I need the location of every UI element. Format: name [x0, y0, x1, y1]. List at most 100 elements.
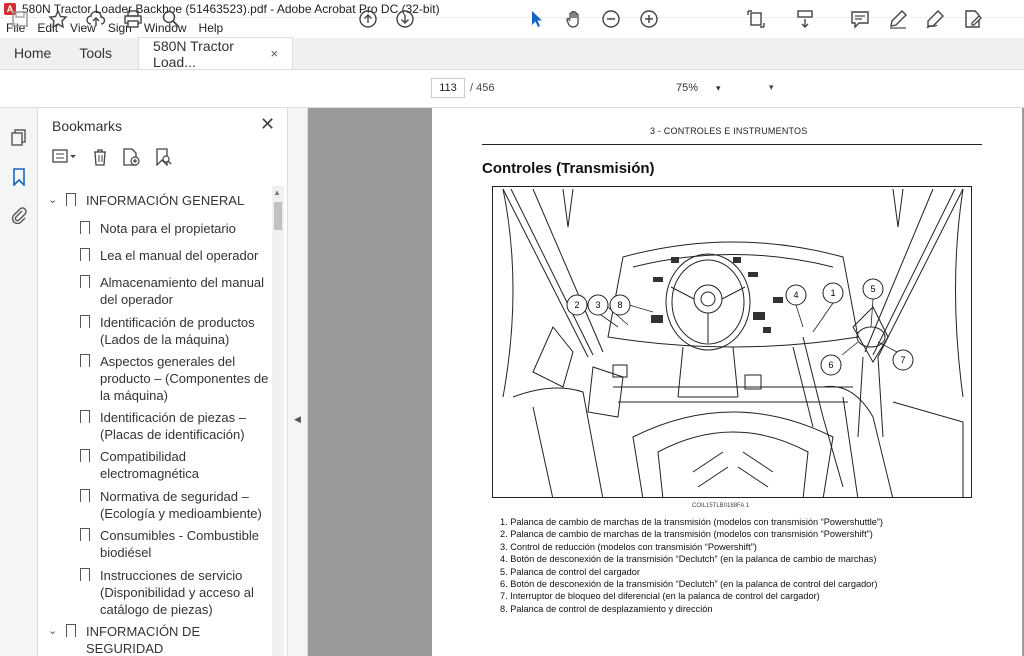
page-fit-icon[interactable]	[745, 8, 767, 30]
bookmark-icon	[66, 193, 76, 211]
bookmark-icon	[80, 528, 90, 546]
bookmark-icon	[80, 489, 90, 507]
bookmark-icon	[80, 354, 90, 372]
scroll-mode-icon[interactable]	[794, 8, 816, 30]
zoom-level: 75%	[676, 82, 699, 94]
bookmark-star-icon[interactable]	[47, 8, 69, 30]
svg-text:7: 7	[900, 355, 905, 365]
callout-1: 1	[822, 282, 844, 304]
page-number-input[interactable]: 113	[431, 78, 465, 98]
pdf-page: 3 - CONTROLES E INSTRUMENTOS Controles (…	[432, 108, 1022, 656]
bookmark-item[interactable]: Aspectos generales del producto – (Compo…	[80, 353, 270, 404]
bookmark-icon	[80, 248, 90, 266]
callout-6: 6	[820, 354, 842, 376]
bookmark-icon	[80, 221, 90, 239]
attachment-icon[interactable]	[10, 206, 28, 225]
tab-document-label: 580N Tractor Load...	[153, 37, 234, 70]
document-viewport[interactable]: 3 - CONTROLES E INSTRUMENTOS Controles (…	[308, 108, 1024, 656]
find-bookmark-icon[interactable]	[154, 148, 172, 170]
bookmarks-title: Bookmarks	[52, 118, 123, 134]
bookmark-item[interactable]: Instrucciones de servicio (Disponibilida…	[80, 567, 270, 618]
hand-tool-icon[interactable]	[563, 8, 585, 30]
callout-7: 7	[892, 349, 914, 371]
bookmark-item[interactable]: ⌄ INFORMACIÓN GENERAL	[48, 192, 244, 211]
chevron-down-icon[interactable]: ⌄	[48, 192, 57, 209]
highlight-pen-icon[interactable]	[887, 8, 909, 30]
cloud-upload-icon[interactable]	[85, 8, 107, 30]
page-total: / 456	[470, 82, 495, 94]
search-icon[interactable]	[160, 8, 182, 30]
new-bookmark-icon[interactable]	[122, 148, 140, 170]
delete-bookmark-icon[interactable]	[92, 148, 108, 170]
save-icon[interactable]	[9, 8, 31, 30]
tab-document[interactable]: 580N Tractor Load... ×	[138, 37, 294, 70]
figure-code: COIL15TLB0188FA 1	[692, 503, 750, 509]
svg-text:2: 2	[574, 300, 579, 310]
bookmark-options-icon[interactable]	[52, 148, 78, 170]
caption-item: 1. Palanca de cambio de marchas de la tr…	[500, 517, 883, 527]
cab-controls-illustration: 2 3 8 4 1 5 6 7	[492, 186, 972, 498]
callout-8: 8	[609, 294, 631, 316]
caption-item: 6. Botón de desconexión de la transmisió…	[500, 579, 878, 590]
bookmark-item[interactable]: ⌄ INFORMACIÓN DE SEGURIDAD	[48, 623, 272, 656]
bookmark-item[interactable]: Identificación de piezas – (Placas de id…	[80, 409, 270, 443]
previous-page-icon[interactable]	[357, 8, 379, 30]
caption-item: 3. Control de reducción (modelos con tra…	[500, 541, 757, 552]
svg-text:4: 4	[793, 290, 798, 300]
bookmarks-scrollbar[interactable]: ▲	[272, 186, 284, 656]
tab-home[interactable]: Home	[0, 37, 65, 69]
bookmark-item[interactable]: Almacenamiento del manual del operador	[80, 274, 270, 308]
section-title: Controles (Transmisión)	[482, 160, 655, 177]
tab-tools[interactable]: Tools	[65, 37, 126, 69]
callout-5: 5	[862, 278, 884, 300]
print-icon[interactable]	[122, 8, 144, 30]
caption-item: 4. Botón de desconexión de la transmisió…	[500, 554, 877, 565]
bookmark-item[interactable]: Lea el manual del operador	[80, 247, 270, 266]
panel-collapse-strip[interactable]: ◀	[288, 108, 308, 656]
svg-text:6: 6	[828, 360, 833, 370]
menu-help[interactable]: Help	[193, 21, 230, 35]
next-page-icon[interactable]	[394, 8, 416, 30]
scroll-up-icon[interactable]: ▲	[273, 188, 281, 197]
callout-4: 4	[785, 284, 807, 306]
edit-pdf-icon[interactable]	[962, 8, 984, 30]
bookmark-icon	[66, 624, 76, 642]
callout-2: 2	[566, 294, 588, 316]
zoom-in-icon[interactable]	[638, 8, 660, 30]
bookmarks-panel: Bookmarks ✕ ⌄ INFORMACIÓN GENERAL Nota p…	[38, 108, 288, 656]
svg-text:8: 8	[617, 300, 622, 310]
chevron-down-icon[interactable]: ⌄	[48, 623, 57, 640]
caption-item: 8. Palanca de control de desplazamiento …	[500, 603, 713, 614]
scrollbar-thumb[interactable]	[274, 202, 282, 230]
zoom-out-icon[interactable]	[600, 8, 622, 30]
bookmarks-list: ⌄ INFORMACIÓN GENERAL Nota para el propi…	[38, 186, 272, 656]
bookmark-item[interactable]: Identificación de productos (Lados de la…	[80, 314, 270, 348]
caption-item: 7. Interruptor de bloqueo del diferencia…	[500, 591, 820, 602]
bookmark-icon	[80, 449, 90, 467]
close-panel-icon[interactable]: ✕	[260, 114, 275, 135]
callout-3: 3	[587, 294, 609, 316]
chevron-down-icon: ▾	[716, 83, 721, 93]
bookmark-item[interactable]: Consumibles - Combustible biodiésel	[80, 527, 270, 561]
pages-thumbnail-icon[interactable]	[10, 128, 28, 146]
svg-text:3: 3	[595, 300, 600, 310]
header-rule	[482, 144, 982, 145]
select-cursor-icon[interactable]	[526, 8, 548, 30]
bookmark-item[interactable]: Nota para el propietario	[80, 220, 270, 239]
tab-bar: Home Tools 580N Tractor Load... ×	[0, 37, 1024, 70]
collapse-left-icon[interactable]: ◀	[294, 414, 301, 425]
bookmark-icon	[80, 275, 90, 293]
chevron-down-icon[interactable]: ▾	[769, 82, 774, 93]
close-tab-icon[interactable]: ×	[270, 46, 278, 61]
bookmarks-panel-icon[interactable]	[10, 168, 28, 187]
comment-icon[interactable]	[849, 8, 871, 30]
cab-line-drawing: 2 3 8 4 1 5 6 7	[502, 188, 964, 497]
svg-text:5: 5	[870, 284, 875, 294]
zoom-level-select[interactable]: 75% ▾	[676, 78, 728, 98]
sign-icon[interactable]	[924, 8, 946, 30]
bookmark-item[interactable]: Normativa de seguridad – (Ecología y med…	[80, 488, 270, 522]
page-header: 3 - CONTROLES E INSTRUMENTOS	[650, 126, 808, 136]
bookmark-item[interactable]: Compatibilidad electromagnética	[80, 448, 270, 482]
bookmark-icon	[80, 315, 90, 333]
caption-item: 2. Palanca de cambio de marchas de la tr…	[500, 529, 873, 540]
